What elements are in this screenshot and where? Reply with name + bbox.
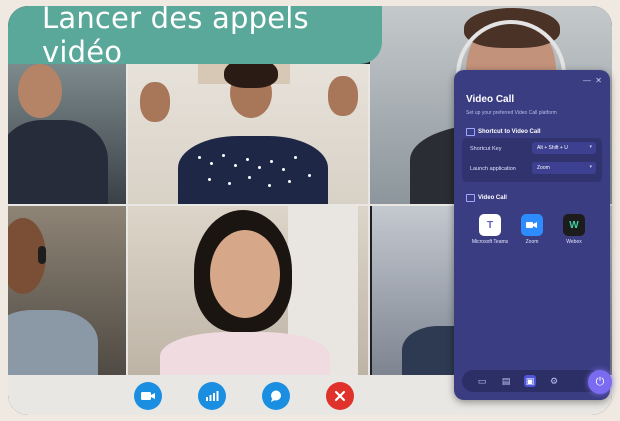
app-microsoft-teams[interactable]: T Microsoft Teams — [470, 214, 510, 245]
shortcut-key-label: Shortcut Key — [470, 146, 502, 152]
app-label: Microsoft Teams — [471, 239, 509, 245]
video-call-section-header: Video Call — [466, 194, 507, 202]
close-icon[interactable]: ✕ — [595, 76, 602, 85]
zoom-icon — [521, 214, 543, 236]
chevron-down-icon: ▾ — [589, 164, 592, 170]
keyboard-icon — [466, 128, 475, 136]
app-webex[interactable]: W Webex — [554, 214, 594, 245]
panel-title: Video Call — [466, 94, 515, 105]
teams-icon: T — [479, 214, 501, 236]
shortcut-section-header: Shortcut to Video Call — [466, 128, 541, 136]
participant-tile[interactable] — [128, 206, 370, 376]
shortcut-card: Shortcut Key Alt + Shift + U ▾ Launch ap… — [462, 138, 602, 182]
camera-button[interactable] — [134, 382, 162, 410]
shortcut-key-select[interactable]: Alt + Shift + U ▾ — [532, 142, 596, 154]
banner-title: Lancer des appels vidéo — [42, 6, 309, 69]
app-label: Zoom — [525, 239, 539, 245]
shortcut-key-value: Alt + Shift + U — [537, 145, 568, 151]
app-zoom[interactable]: Zoom — [512, 214, 552, 245]
power-button[interactable]: ⏻ — [588, 370, 612, 394]
close-icon — [334, 390, 346, 402]
launch-application-label: Launch application — [470, 166, 516, 172]
chat-bubble-icon — [271, 390, 281, 402]
video-call-section-label: Video Call — [478, 195, 507, 201]
participant-tile[interactable] — [8, 206, 126, 376]
stats-button[interactable] — [198, 382, 226, 410]
chevron-down-icon: ▾ — [589, 144, 592, 150]
minimize-icon[interactable]: — — [583, 76, 591, 85]
bar-chart-icon — [206, 391, 219, 401]
shortcut-section-label: Shortcut to Video Call — [478, 129, 541, 135]
title-banner: Lancer des appels vidéo — [8, 6, 382, 69]
settings-icon[interactable]: ⚙ — [548, 375, 560, 387]
participant-tile[interactable] — [8, 64, 126, 204]
panel-bottom-dock: ▭ ▤ ▣ ⚙ — [462, 370, 602, 392]
display-icon[interactable]: ▤ — [500, 375, 512, 387]
grid-divider — [368, 64, 370, 376]
screen-icon[interactable]: ▭ — [476, 375, 488, 387]
power-icon: ⏻ — [595, 375, 605, 388]
end-call-button[interactable] — [326, 382, 354, 410]
camera-icon — [141, 392, 155, 400]
panel-subtitle: Set up your preferred Video Call platfor… — [466, 110, 557, 116]
video-icon — [466, 194, 475, 202]
grid-divider — [126, 64, 128, 376]
video-call-panel: — ✕ Video Call Set up your preferred Vid… — [454, 70, 612, 400]
video-call-tab-icon[interactable]: ▣ — [524, 375, 536, 387]
chat-button[interactable] — [262, 382, 290, 410]
window-controls: — ✕ — [583, 76, 602, 85]
launch-application-value: Zoom — [537, 165, 550, 171]
webex-icon: W — [563, 214, 585, 236]
participant-tile[interactable] — [128, 64, 368, 204]
launch-application-select[interactable]: Zoom ▾ — [532, 162, 596, 174]
app-label: Webex — [566, 239, 582, 245]
